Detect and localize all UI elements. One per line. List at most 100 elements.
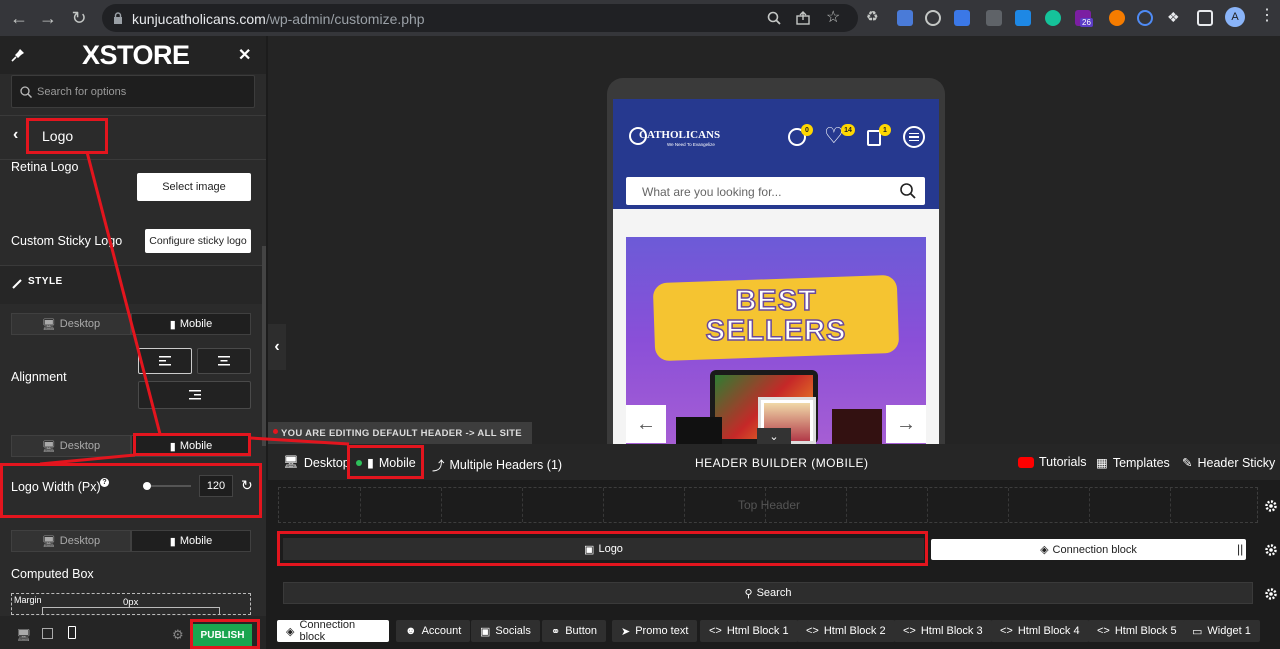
chip-label: Html Block 1 xyxy=(726,625,789,637)
computed-box-widget: Margin 0px xyxy=(11,593,251,615)
phone-frame: CATHOLICANS We Need To Evangelize 0 ♡ 14… xyxy=(607,78,945,444)
options-search-input[interactable]: Search for options xyxy=(11,75,255,108)
user-icon: ☻ xyxy=(405,625,417,637)
annotation-box-logo-width xyxy=(0,463,262,518)
translate-extension-icon[interactable] xyxy=(954,10,970,26)
settings-gear-icon[interactable]: ⚙ xyxy=(172,627,184,643)
chip-label: Html Block 2 xyxy=(823,625,886,637)
builder-tab-multiple-label: Multiple Headers (1) xyxy=(449,457,563,472)
bookmark-star-icon[interactable]: ☆ xyxy=(826,7,840,27)
site-search-input[interactable]: What are you looking for... xyxy=(626,177,925,205)
site-logo-text[interactable]: CATHOLICANS xyxy=(639,129,720,141)
align-right-button[interactable] xyxy=(138,381,251,409)
chip-html-block-5[interactable]: <> Html Block 5 xyxy=(1088,620,1186,642)
tab-mobile-label: Mobile xyxy=(179,318,213,330)
slider-prev-arrow[interactable]: ← xyxy=(626,405,666,443)
configure-sticky-logo-button[interactable]: Configure sticky logo xyxy=(145,229,251,253)
site-search-icon[interactable] xyxy=(900,183,916,199)
tutorials-label: Tutorials xyxy=(1039,455,1087,469)
mobile-preview-icon[interactable] xyxy=(68,626,76,639)
builder-element-connection[interactable]: ◈ Connection block || xyxy=(931,539,1246,560)
recycle-icon[interactable]: ♻ xyxy=(866,8,882,24)
bestsellers-banner[interactable]: BEST SELLERS ⌄ xyxy=(626,237,926,444)
builder-tab-multiple-headers[interactable]: ⤴ Multiple Headers (1) xyxy=(432,455,562,474)
pin-icon[interactable] xyxy=(11,48,25,62)
menu-kebab-icon[interactable]: ⋮ xyxy=(1259,8,1275,24)
tab-mobile[interactable]: ▮ Mobile xyxy=(131,530,251,552)
forward-button[interactable]: → xyxy=(37,7,59,29)
s-extension-icon[interactable] xyxy=(1015,10,1031,26)
header-sticky-link[interactable]: ✎ Header Sticky xyxy=(1182,455,1275,471)
chip-widget-1[interactable]: ▭ Widget 1 xyxy=(1183,620,1260,642)
align-left-button[interactable] xyxy=(138,348,192,374)
grammarly-icon[interactable] xyxy=(1045,10,1061,26)
chip-account[interactable]: ☻ Account xyxy=(396,620,471,642)
lock-icon xyxy=(114,12,122,24)
row-settings-gear-icon[interactable] xyxy=(1264,499,1278,513)
custom-sticky-logo-label: Custom Sticky Logo xyxy=(11,234,123,248)
extension-badge: 26 xyxy=(1080,18,1093,27)
editing-dot xyxy=(273,429,278,434)
back-button[interactable]: ← xyxy=(8,7,30,29)
puzzle-extensions-icon[interactable]: ❖ xyxy=(1167,9,1183,25)
banner-text-sellers: SELLERS xyxy=(705,314,847,348)
chip-connection-block[interactable]: ◈ Connection block xyxy=(277,619,389,643)
device-tabs-box: 🖥 Desktop ▮ Mobile xyxy=(11,530,251,552)
orange-extension-icon[interactable] xyxy=(1109,10,1125,26)
row-settings-gear-icon[interactable] xyxy=(1264,543,1278,557)
extension-with-badge-icon[interactable]: 26 xyxy=(1075,10,1093,27)
scroll-down-icon[interactable]: ⌄ xyxy=(757,428,791,444)
sidepanel-icon[interactable] xyxy=(1197,10,1213,26)
youtube-icon xyxy=(1018,456,1034,468)
hamburger-menu-icon[interactable] xyxy=(903,126,925,148)
chip-button[interactable]: ⚭ Button xyxy=(542,620,607,642)
globe-icon[interactable] xyxy=(925,10,941,26)
top-header-row[interactable]: Top Header xyxy=(278,487,1258,523)
share-icon[interactable] xyxy=(796,11,810,25)
wishlist-badge: 14 xyxy=(841,124,855,136)
row-settings-gear-icon[interactable] xyxy=(1264,587,1278,601)
reload-button[interactable]: ↻ xyxy=(68,7,90,29)
tab-desktop[interactable]: 🖥 Desktop xyxy=(11,530,131,552)
templates-link[interactable]: ▦ Templates xyxy=(1096,455,1170,471)
chip-label: Account xyxy=(421,625,462,637)
sync-extension-icon[interactable] xyxy=(1137,10,1153,26)
slider-next-arrow[interactable]: → xyxy=(886,405,926,443)
close-icon[interactable]: ✕ xyxy=(238,45,251,65)
tablet-preview-icon[interactable] xyxy=(42,628,53,639)
tab-mobile[interactable]: ▮ Mobile xyxy=(131,313,251,335)
zoom-icon[interactable] xyxy=(767,11,781,25)
annotation-box-logo-element xyxy=(277,531,928,566)
tutorials-link[interactable]: Tutorials xyxy=(1018,455,1086,469)
docs-extension-icon[interactable] xyxy=(897,10,913,26)
profile-avatar[interactable]: A xyxy=(1225,7,1245,27)
address-bar[interactable]: kunjucatholicans.com/wp-admin/customize.… xyxy=(102,4,858,32)
tab-desktop[interactable]: 🖥 Desktop xyxy=(11,313,131,335)
drag-handle-icon[interactable]: || xyxy=(1237,542,1243,556)
select-image-button[interactable]: Select image xyxy=(137,173,251,201)
builder-tab-desktop-label: Desktop xyxy=(303,455,350,470)
panel-scrollbar[interactable] xyxy=(262,246,266,446)
camera-extension-icon[interactable] xyxy=(986,10,1002,26)
collapse-panel-button[interactable]: ‹ xyxy=(268,324,286,370)
phone-product-image xyxy=(676,417,722,444)
phone-screen: CATHOLICANS We Need To Evangelize 0 ♡ 14… xyxy=(613,99,939,444)
annotation-box-builder-mobile xyxy=(347,445,424,479)
annotation-box-publish xyxy=(190,619,260,649)
builder-element-search[interactable]: ⚲ Search xyxy=(283,582,1253,604)
chip-promo-text[interactable]: ➤ Promo text xyxy=(612,620,698,642)
back-chevron-icon[interactable]: ‹ xyxy=(13,126,18,144)
chip-html-block-3[interactable]: <> Html Block 3 xyxy=(894,620,992,642)
desktop-preview-icon[interactable]: 🖥 xyxy=(16,628,31,642)
tab-desktop[interactable]: 🖥 Desktop xyxy=(11,435,131,457)
align-center-button[interactable] xyxy=(197,348,251,374)
tab-desktop-label: Desktop xyxy=(59,440,101,452)
desktop-icon: 🖥 xyxy=(41,440,56,453)
chip-html-block-2[interactable]: <> Html Block 2 xyxy=(797,620,895,642)
retina-logo-label: Retina Logo xyxy=(11,160,79,174)
style-section: STYLE xyxy=(0,266,266,304)
chip-html-block-1[interactable]: <> Html Block 1 xyxy=(700,620,798,642)
builder-tab-desktop[interactable]: 🖥 Desktop xyxy=(283,455,350,470)
chip-socials[interactable]: ▣ Socials xyxy=(471,620,540,642)
chip-html-block-4[interactable]: <> Html Block 4 xyxy=(991,620,1089,642)
